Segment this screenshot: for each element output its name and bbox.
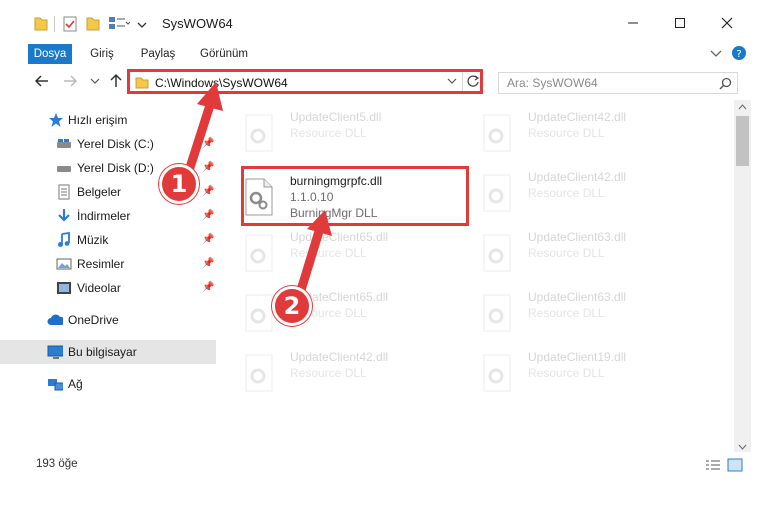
explorer-window: SysWOW64 Dosya Giriş Paylaş Görünüm ? C:… — [0, 0, 769, 509]
step-badge-2: 2 — [272, 286, 312, 326]
step-badge-1: 1 — [159, 164, 199, 204]
annotation-arrows — [181, 82, 332, 302]
